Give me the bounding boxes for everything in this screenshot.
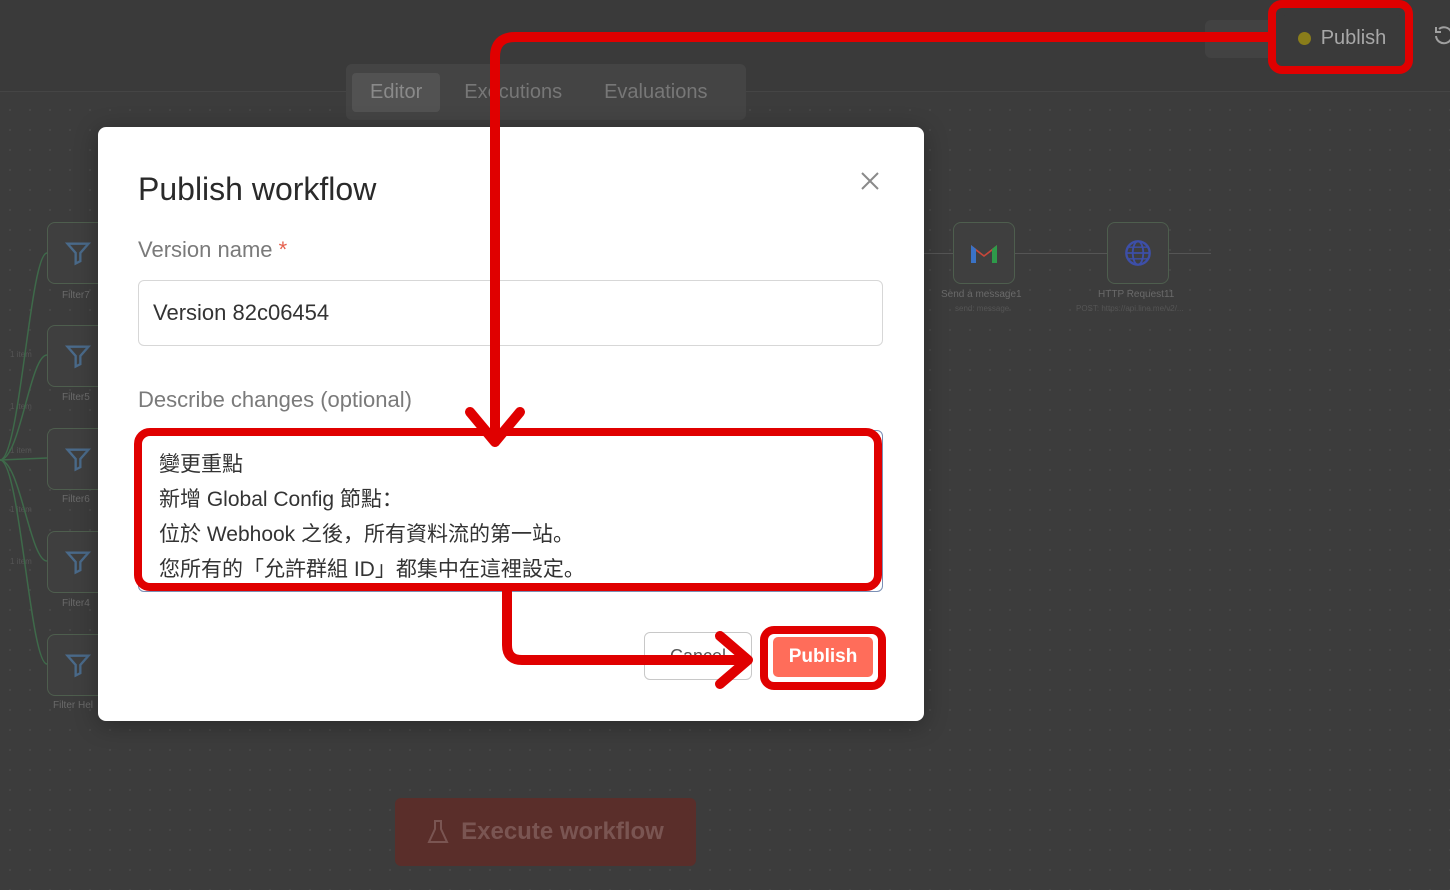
filter-node-label: Filter4: [62, 598, 90, 609]
tab-executions[interactable]: Executions: [446, 73, 580, 112]
header-publish-button[interactable]: Publish: [1282, 14, 1402, 62]
publish-button[interactable]: Publish: [773, 637, 873, 677]
send-message-sub: send: message: [955, 304, 1010, 313]
filter-icon: [64, 448, 92, 472]
toolbar-pill[interactable]: [1205, 20, 1275, 58]
filter-icon: [64, 654, 92, 678]
edge-curves: [0, 252, 48, 665]
connection-wire: [1015, 253, 1107, 254]
view-tabs: Editor Executions Evaluations: [346, 64, 746, 120]
status-dot: [1297, 31, 1311, 45]
close-icon[interactable]: [858, 169, 882, 193]
http-request-node[interactable]: [1107, 222, 1169, 284]
filter-node-label: Filter Hel: [53, 700, 94, 711]
tab-evaluations[interactable]: Evaluations: [586, 73, 725, 112]
send-message-label: Send a message1: [941, 289, 1022, 300]
filter-node-label: Filter7: [62, 290, 90, 301]
tab-editor[interactable]: Editor: [352, 72, 441, 112]
http-request-label: HTTP Request11: [1098, 289, 1175, 300]
flask-icon: [427, 820, 449, 843]
filter-node-label: Filter5: [62, 392, 90, 403]
history-icon[interactable]: [1432, 24, 1450, 50]
send-message-node[interactable]: [953, 222, 1015, 284]
cancel-button[interactable]: Cancel: [644, 632, 752, 680]
filter-icon: [64, 551, 92, 575]
execute-workflow-label: Execute workflow: [461, 818, 664, 845]
filter-node-label: Filter6: [62, 494, 90, 505]
header-publish-label: Publish: [1320, 26, 1387, 49]
version-name-input[interactable]: [138, 280, 883, 346]
http-request-sub: POST: https://api.line.me/v2/...: [1076, 304, 1184, 313]
globe-icon: [1125, 240, 1151, 266]
filter-icon: [64, 242, 92, 266]
filter-icon: [64, 345, 92, 369]
version-name-label: Version name *: [138, 237, 287, 263]
version-name-label-text: Version name: [138, 237, 273, 262]
execute-workflow-button[interactable]: Execute workflow: [395, 798, 696, 866]
required-mark: *: [278, 237, 288, 262]
connection-wire: [1169, 253, 1211, 254]
describe-changes-textarea[interactable]: 變更重點 新增 Global Config 節點： 位於 Webhook 之後，…: [138, 430, 883, 592]
gmail-icon: [971, 245, 997, 263]
dialog-title: Publish workflow: [138, 171, 377, 207]
connection-wire: [924, 253, 953, 254]
describe-changes-label: Describe changes (optional): [138, 387, 412, 412]
publish-workflow-dialog: Publish workflow Version name * Describe…: [98, 127, 924, 721]
